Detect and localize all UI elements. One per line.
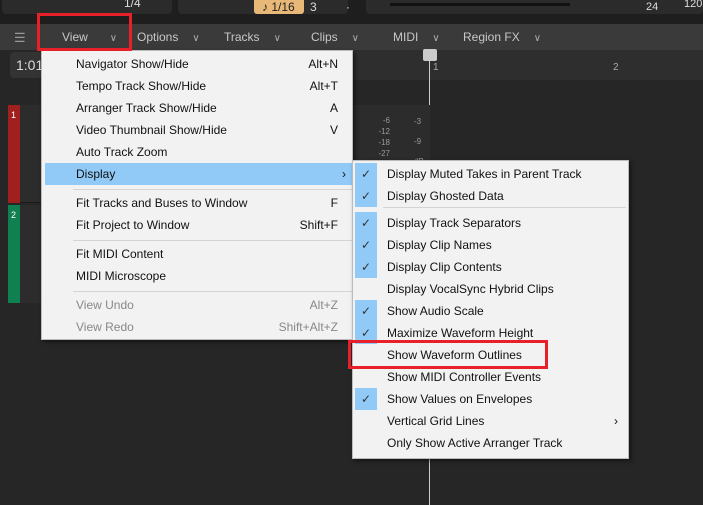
view-menu: Navigator Show/Hide Alt+N Tempo Track Sho…: [41, 50, 353, 340]
dot-button[interactable]: ·: [346, 0, 350, 14]
menu-label: Region FX: [463, 30, 520, 44]
submenu-item-vertical-grid-lines[interactable]: Vertical Grid Lines ›: [353, 410, 628, 432]
ruler-label: 1: [433, 62, 439, 73]
menu-item-fit-midi[interactable]: Fit MIDI Content: [42, 243, 352, 265]
chevron-right-icon: ›: [614, 414, 618, 428]
menu-label: Options: [137, 30, 179, 44]
submenu-label: Vertical Grid Lines: [387, 414, 485, 428]
menu-item-fit-project[interactable]: Fit Project to Window Shift+F: [42, 214, 352, 236]
checkmark-icon: [355, 410, 377, 432]
grid-resolution-button[interactable]: ♪ 1/16: [254, 0, 304, 14]
checkmark-icon: ✓: [355, 212, 377, 234]
checkmark-icon: [355, 278, 377, 300]
checkmark-icon: ✓: [355, 256, 377, 278]
menu-options[interactable]: Options ∨: [137, 24, 200, 50]
chevron-down-icon: ∨: [351, 33, 359, 44]
menu-item-midi-microscope[interactable]: MIDI Microscope: [42, 265, 352, 287]
submenu-item-display-vocalsync-hybrid-clips[interactable]: Display VocalSync Hybrid Clips: [353, 278, 628, 300]
checkmark-icon: ✓: [355, 163, 377, 185]
separator: [383, 207, 626, 208]
track-1-color: 1: [8, 105, 20, 203]
menu-item-video-thumbnail[interactable]: Video Thumbnail Show/Hide V: [42, 119, 352, 141]
tempo-num: 24: [646, 1, 659, 13]
submenu-item-display-track-separators[interactable]: ✓ Display Track Separators: [353, 212, 628, 234]
playhead-handle[interactable]: [423, 49, 437, 61]
checkmark-icon: ✓: [355, 300, 377, 322]
menu-item-tempo-track[interactable]: Tempo Track Show/Hide Alt+T: [42, 75, 352, 97]
submenu-item-display-muted-takes-in-parent-track[interactable]: ✓ Display Muted Takes in Parent Track: [353, 163, 628, 185]
menu-item-fit-tracks[interactable]: Fit Tracks and Buses to Window F: [42, 192, 352, 214]
menu-label: MIDI: [393, 30, 419, 44]
display-submenu: ✓ Display Muted Takes in Parent Track ✓ Dis…: [352, 160, 629, 459]
submenu-label: Show MIDI Controller Events: [387, 370, 542, 384]
submenu-label: Display Ghosted Data: [387, 189, 504, 203]
menu-region-fx[interactable]: Region FX ∨: [463, 24, 541, 50]
checkmark-icon: [355, 366, 377, 388]
chevron-right-icon: ›: [342, 167, 346, 181]
checkmark-icon: ✓: [355, 388, 377, 410]
menu-item-view-undo: View Undo Alt+Z: [76, 298, 338, 312]
submenu-label: Only Show Active Arranger Track: [387, 436, 563, 450]
annotation-highlight-waveform-outlines: [348, 340, 548, 369]
ruler-label: 2: [613, 62, 619, 73]
snap-value: 1/4: [124, 0, 141, 10]
submenu-item-display-clip-contents[interactable]: ✓ Display Clip Contents: [353, 256, 628, 278]
submenu-item-display-ghosted-data[interactable]: ✓ Display Ghosted Data: [353, 185, 628, 207]
track-2-color: 2: [8, 205, 20, 303]
annotation-highlight-view: [37, 13, 132, 51]
menu-label: Clips: [311, 30, 338, 44]
menu-item-navigator[interactable]: Navigator Show/Hide Alt+N: [42, 53, 352, 75]
submenu-label: Display Muted Takes in Parent Track: [387, 167, 582, 181]
grid-value: 1/16: [271, 0, 295, 14]
checkmark-icon: [355, 432, 377, 454]
menu-tracks[interactable]: Tracks ∨: [224, 24, 281, 50]
track-number: 1: [11, 110, 17, 120]
submenu-item-show-audio-scale[interactable]: ✓ Show Audio Scale: [353, 300, 628, 322]
submenu-label: Display Clip Names: [387, 238, 492, 252]
menu-midi[interactable]: MIDI ∨: [393, 24, 440, 50]
submenu-item-only-show-active-arranger-track[interactable]: Only Show Active Arranger Track: [353, 432, 628, 454]
menu-item-arranger-track[interactable]: Arranger Track Show/Hide A: [42, 97, 352, 119]
checkmark-icon: ✓: [355, 234, 377, 256]
submenu-label: Show Audio Scale: [387, 304, 484, 318]
position-slider[interactable]: [390, 3, 570, 6]
menu-item-display[interactable]: Display ›: [45, 163, 352, 185]
chevron-down-icon: ∨: [192, 33, 200, 44]
timeline-ruler[interactable]: 1 2: [320, 50, 703, 80]
tempo-value: 120.: [684, 0, 703, 10]
separator: [73, 189, 352, 190]
checkmark-icon: ✓: [355, 185, 377, 207]
track-number: 2: [11, 210, 17, 220]
menu-label: Tracks: [224, 30, 260, 44]
submenu-label: Display Clip Contents: [387, 260, 502, 274]
submenu-label: Display Track Separators: [387, 216, 522, 230]
submenu-label: Display VocalSync Hybrid Clips: [387, 282, 554, 296]
menu-item-auto-track-zoom[interactable]: Auto Track Zoom: [42, 141, 352, 163]
submenu-item-show-midi-controller-events[interactable]: Show MIDI Controller Events: [353, 366, 628, 388]
submenu-item-show-values-on-envelopes[interactable]: ✓ Show Values on Envelopes: [353, 388, 628, 410]
count-value: 3: [310, 0, 317, 14]
chevron-down-icon: ∨: [273, 33, 281, 44]
meter-scale: -6 -12 -18 -27: [378, 116, 390, 158]
chevron-down-icon: ∨: [533, 33, 542, 44]
menu-clips[interactable]: Clips ∨: [311, 24, 359, 50]
hamburger-icon[interactable]: ☰: [14, 30, 26, 46]
menu-item-view-redo: View Redo Shift+Alt+Z: [76, 320, 338, 334]
submenu-item-display-clip-names[interactable]: ✓ Display Clip Names: [353, 234, 628, 256]
submenu-label: Show Values on Envelopes: [387, 392, 533, 406]
separator: [73, 240, 352, 241]
chevron-down-icon: ∨: [432, 33, 440, 44]
separator: [73, 291, 352, 292]
timecode-value: 1:01: [16, 57, 44, 73]
snap-select[interactable]: 1/4: [100, 0, 170, 14]
